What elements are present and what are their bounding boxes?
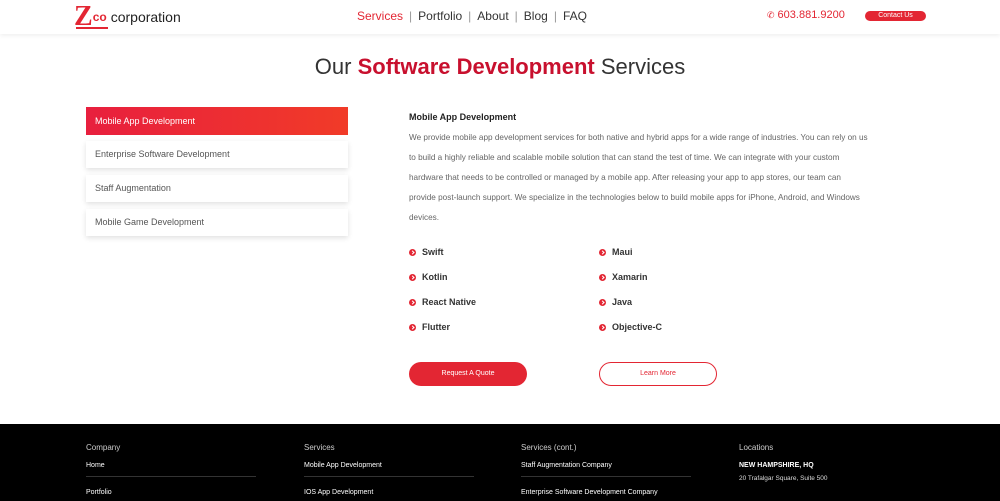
chevron-bullet-icon xyxy=(599,273,606,281)
nav-services[interactable]: Services xyxy=(357,9,403,23)
footer-link-home[interactable]: Home xyxy=(86,462,266,488)
chevron-bullet-icon xyxy=(409,323,416,331)
location-address: 20 Trafalgar Square, Suite 500 xyxy=(739,475,828,482)
tech-item: Swift xyxy=(409,246,599,258)
footer-heading: Company xyxy=(86,443,121,452)
nav-separator: | xyxy=(553,9,557,23)
footer-link-enterprise-software[interactable]: Enterprise Software Development Company xyxy=(521,489,701,501)
tab-mobile-app-development[interactable]: Mobile App Development xyxy=(86,107,348,135)
tech-label: Flutter xyxy=(422,322,450,332)
footer-link-ios-app[interactable]: IOS App Development xyxy=(304,489,484,501)
logo-wordmark: corporation xyxy=(110,9,181,25)
footer-company-column: Company Home Portfolio xyxy=(86,443,266,501)
tech-item: Objective-C xyxy=(599,321,789,333)
tech-label: Kotlin xyxy=(422,272,448,282)
service-tabs: Mobile App Development Enterprise Softwa… xyxy=(86,107,348,243)
tech-item: Java xyxy=(599,296,789,308)
title-suffix: Services xyxy=(600,54,686,79)
tech-item: React Native xyxy=(409,296,599,308)
logo-co-mark: co xyxy=(92,10,107,24)
tab-mobile-game-development[interactable]: Mobile Game Development xyxy=(86,209,348,236)
service-content: Mobile App Development We provide mobile… xyxy=(409,112,869,228)
tech-item: Xamarin xyxy=(599,271,789,283)
footer-services-column: Services Mobile App Development IOS App … xyxy=(304,443,484,501)
tech-label: Swift xyxy=(422,247,444,257)
nav-blog[interactable]: Blog xyxy=(524,9,548,23)
footer-link-portfolio[interactable]: Portfolio xyxy=(86,489,266,501)
chevron-bullet-icon xyxy=(599,323,606,331)
footer-link-staff-augmentation[interactable]: Staff Augmentation Company xyxy=(521,462,701,488)
company-logo[interactable]: Z co corporation xyxy=(74,1,181,32)
tab-enterprise-software-development[interactable]: Enterprise Software Development xyxy=(86,141,348,168)
chevron-bullet-icon xyxy=(409,298,416,306)
nav-separator: | xyxy=(409,9,413,23)
title-prefix: Our xyxy=(314,54,352,79)
nav-separator: | xyxy=(514,9,518,23)
tech-label: Maui xyxy=(612,247,633,257)
nav-faq[interactable]: FAQ xyxy=(563,9,587,23)
chevron-bullet-icon xyxy=(409,248,416,256)
tech-label: React Native xyxy=(422,297,477,307)
chevron-bullet-icon xyxy=(409,273,416,281)
tech-label: Objective-C xyxy=(612,322,663,332)
footer-heading: Services (cont.) xyxy=(521,443,577,452)
footer-divider xyxy=(304,476,474,477)
footer-heading: Services xyxy=(304,443,335,452)
service-heading: Mobile App Development xyxy=(409,112,517,122)
footer-locations-column: Locations NEW HAMPSHIRE, HQ 20 Trafalgar… xyxy=(739,443,919,482)
nav-portfolio[interactable]: Portfolio xyxy=(418,9,462,23)
tech-label: Xamarin xyxy=(612,272,648,282)
phone-icon: ✆ xyxy=(767,9,775,20)
page-title: Our Software Development Services xyxy=(0,54,1000,80)
technology-list: Swift Maui Kotlin Xamarin React Native J… xyxy=(409,246,809,333)
tech-item: Flutter xyxy=(409,321,599,333)
footer-heading: Locations xyxy=(739,443,774,452)
site-header: Z co corporation Services | Portfolio | … xyxy=(0,0,1000,34)
service-description: We provide mobile app development servic… xyxy=(409,133,868,222)
nav-separator: | xyxy=(468,9,472,23)
tech-item: Maui xyxy=(599,246,789,258)
phone-number: 603.881.9200 xyxy=(777,9,845,21)
request-quote-button[interactable]: Request A Quote xyxy=(409,362,527,386)
chevron-bullet-icon xyxy=(599,298,606,306)
tab-staff-augmentation[interactable]: Staff Augmentation xyxy=(86,175,348,202)
phone-link[interactable]: ✆ 603.881.9200 xyxy=(767,9,845,21)
footer-link-mobile-app[interactable]: Mobile App Development xyxy=(304,462,484,488)
main-nav: Services | Portfolio | About | Blog | FA… xyxy=(357,9,587,23)
logo-z-mark: Z xyxy=(74,1,108,32)
footer-services-cont-column: Services (cont.) Staff Augmentation Comp… xyxy=(521,443,701,501)
site-footer: Company Home Portfolio Services Mobile A… xyxy=(0,424,1000,501)
footer-divider xyxy=(86,476,256,477)
footer-divider xyxy=(521,476,691,477)
tech-label: Java xyxy=(612,297,633,307)
contact-us-button[interactable]: Contact Us xyxy=(865,11,926,21)
nav-about[interactable]: About xyxy=(477,9,508,23)
chevron-bullet-icon xyxy=(599,248,606,256)
title-accent: Software Development xyxy=(357,54,595,79)
learn-more-button[interactable]: Learn More xyxy=(599,362,717,386)
location-office-name: NEW HAMPSHIRE, HQ xyxy=(739,462,814,469)
tech-item: Kotlin xyxy=(409,271,599,283)
